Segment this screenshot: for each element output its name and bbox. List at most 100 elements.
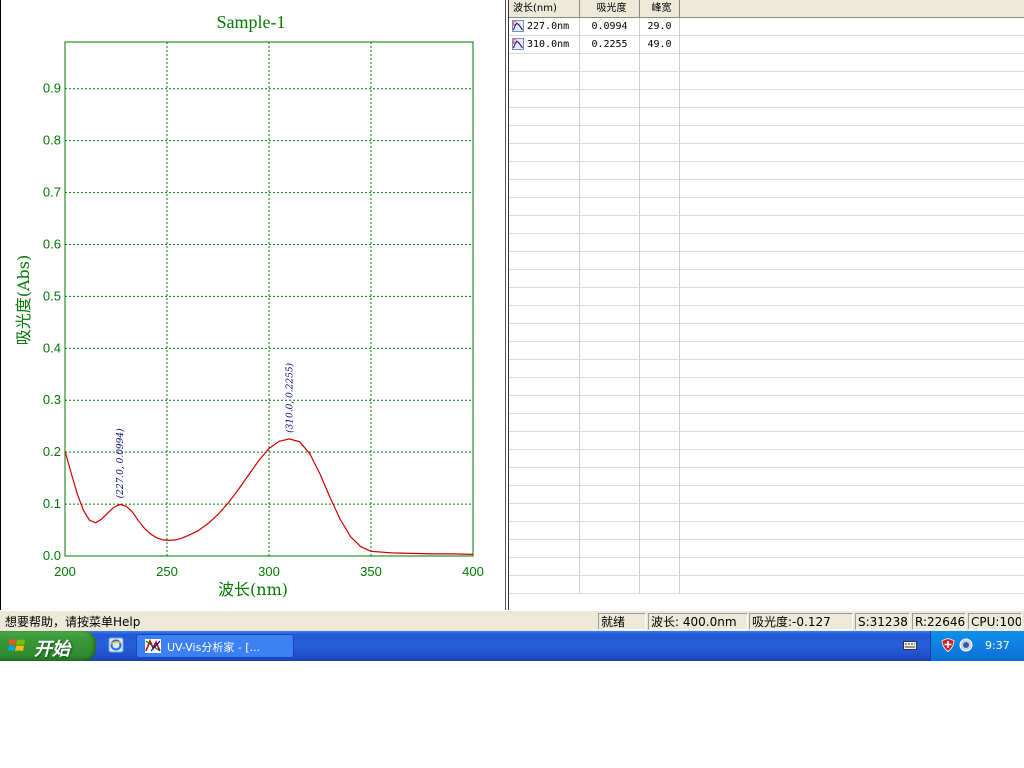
cell-absorbance <box>580 468 640 486</box>
table-row[interactable] <box>509 504 1024 522</box>
x-tick-label: 400 <box>462 564 484 579</box>
cell-blank <box>680 558 1024 576</box>
table-row[interactable]: P 227.0nm 0.0994 29.0 <box>509 18 1024 36</box>
cell-wavelength <box>509 216 580 234</box>
cell-peak-width <box>640 486 680 504</box>
table-row[interactable] <box>509 288 1024 306</box>
system-tray: 9:37 <box>930 631 1024 661</box>
table-row[interactable] <box>509 522 1024 540</box>
cell-absorbance <box>580 558 640 576</box>
table-row[interactable] <box>509 252 1024 270</box>
spectrum-chart[interactable]: Sample-1 0.0 0.1 0.2 0.3 0.4 0.5 0.6 0.7 0.8 0.9 2… <box>1 0 507 610</box>
x-tick-label: 300 <box>258 564 280 579</box>
cell-wavelength <box>509 504 580 522</box>
table-row[interactable] <box>509 414 1024 432</box>
peak-marker-icon: P <box>512 38 524 50</box>
table-row[interactable] <box>509 144 1024 162</box>
taskbar-app-uv-vis[interactable]: UV-Vis分析家 - [... <box>136 634 294 658</box>
cell-wavelength <box>509 378 580 396</box>
table-row[interactable] <box>509 126 1024 144</box>
table-row[interactable] <box>509 558 1024 576</box>
spectrum-curve[interactable] <box>64 438 474 555</box>
cell-absorbance <box>580 54 640 72</box>
cell-absorbance <box>580 360 640 378</box>
cell-wavelength <box>509 234 580 252</box>
cell-absorbance <box>580 486 640 504</box>
table-row[interactable] <box>509 90 1024 108</box>
table-row[interactable] <box>509 306 1024 324</box>
y-tick-label: 0.8 <box>43 133 61 148</box>
cell-wavelength <box>509 342 580 360</box>
cell-peak-width <box>640 324 680 342</box>
status-absorbance: 吸光度:-0.127 <box>749 613 853 630</box>
table-row[interactable] <box>509 378 1024 396</box>
peak-wavelength: 227.0nm <box>527 21 570 32</box>
peak-table[interactable]: 波长(nm) 吸光度 峰宽 P 227.0nm 0.0994 29.0 P 310.0nm… <box>508 0 1024 610</box>
cell-blank <box>680 504 1024 522</box>
cell-blank <box>680 36 1024 54</box>
table-row[interactable]: P 310.0nm 0.2255 49.0 <box>509 36 1024 54</box>
cell-peak-width <box>640 270 680 288</box>
y-tick-label: 0.2 <box>43 444 61 459</box>
x-tick-label: 200 <box>54 564 76 579</box>
cell-blank <box>680 378 1024 396</box>
cell-peak-width <box>640 306 680 324</box>
table-row[interactable] <box>509 486 1024 504</box>
cell-blank <box>680 288 1024 306</box>
table-row[interactable] <box>509 234 1024 252</box>
cell-wavelength <box>509 162 580 180</box>
cell-blank <box>680 270 1024 288</box>
column-header-absorbance[interactable]: 吸光度 <box>580 0 640 18</box>
table-row[interactable] <box>509 108 1024 126</box>
cell-wavelength <box>509 360 580 378</box>
table-row[interactable] <box>509 468 1024 486</box>
table-row[interactable] <box>509 72 1024 90</box>
cell-blank <box>680 396 1024 414</box>
table-row[interactable] <box>509 396 1024 414</box>
cell-wavelength <box>509 306 580 324</box>
cell-peak-width <box>640 360 680 378</box>
column-header-peak-width[interactable]: 峰宽 <box>640 0 680 18</box>
column-header-wavelength[interactable]: 波长(nm) <box>509 0 580 18</box>
cell-peak-width <box>640 576 680 594</box>
keyboard-icon[interactable] <box>903 639 917 651</box>
cell-blank <box>680 162 1024 180</box>
internet-explorer-icon[interactable] <box>108 637 124 653</box>
cell-blank <box>680 468 1024 486</box>
status-ready: 就绪 <box>598 613 646 630</box>
table-row[interactable] <box>509 180 1024 198</box>
table-row[interactable] <box>509 270 1024 288</box>
cell-absorbance <box>580 306 640 324</box>
table-row[interactable] <box>509 324 1024 342</box>
table-row[interactable] <box>509 198 1024 216</box>
table-row[interactable] <box>509 216 1024 234</box>
x-tick-label: 350 <box>360 564 382 579</box>
chart-title: Sample-1 <box>217 12 286 32</box>
table-row[interactable] <box>509 450 1024 468</box>
table-row[interactable] <box>509 576 1024 594</box>
cell-absorbance <box>580 504 640 522</box>
cell-absorbance <box>580 234 640 252</box>
peak-marker-icon: P <box>512 20 524 32</box>
cell-blank <box>680 450 1024 468</box>
start-button[interactable]: 开始 <box>0 631 96 661</box>
security-shield-icon[interactable] <box>941 638 955 652</box>
network-icon[interactable] <box>959 638 973 652</box>
x-tick-label: 250 <box>156 564 178 579</box>
table-row[interactable] <box>509 342 1024 360</box>
column-header-blank <box>680 0 1024 18</box>
table-row[interactable] <box>509 360 1024 378</box>
y-axis-label: 吸光度(Abs) <box>14 255 33 346</box>
cell-wavelength <box>509 252 580 270</box>
cell-peak-width: 29.0 <box>640 18 680 36</box>
cell-peak-width <box>640 540 680 558</box>
cell-blank <box>680 18 1024 36</box>
status-sample-count: S:31238 <box>855 613 910 630</box>
table-row[interactable] <box>509 432 1024 450</box>
table-row[interactable] <box>509 162 1024 180</box>
cell-peak-width: 49.0 <box>640 36 680 54</box>
spectrum-chart-pane[interactable]: Sample-1 0.0 0.1 0.2 0.3 0.4 0.5 0.6 0.7 0.8 0.9 2… <box>0 0 506 610</box>
cell-peak-width <box>640 342 680 360</box>
table-row[interactable] <box>509 54 1024 72</box>
table-row[interactable] <box>509 540 1024 558</box>
